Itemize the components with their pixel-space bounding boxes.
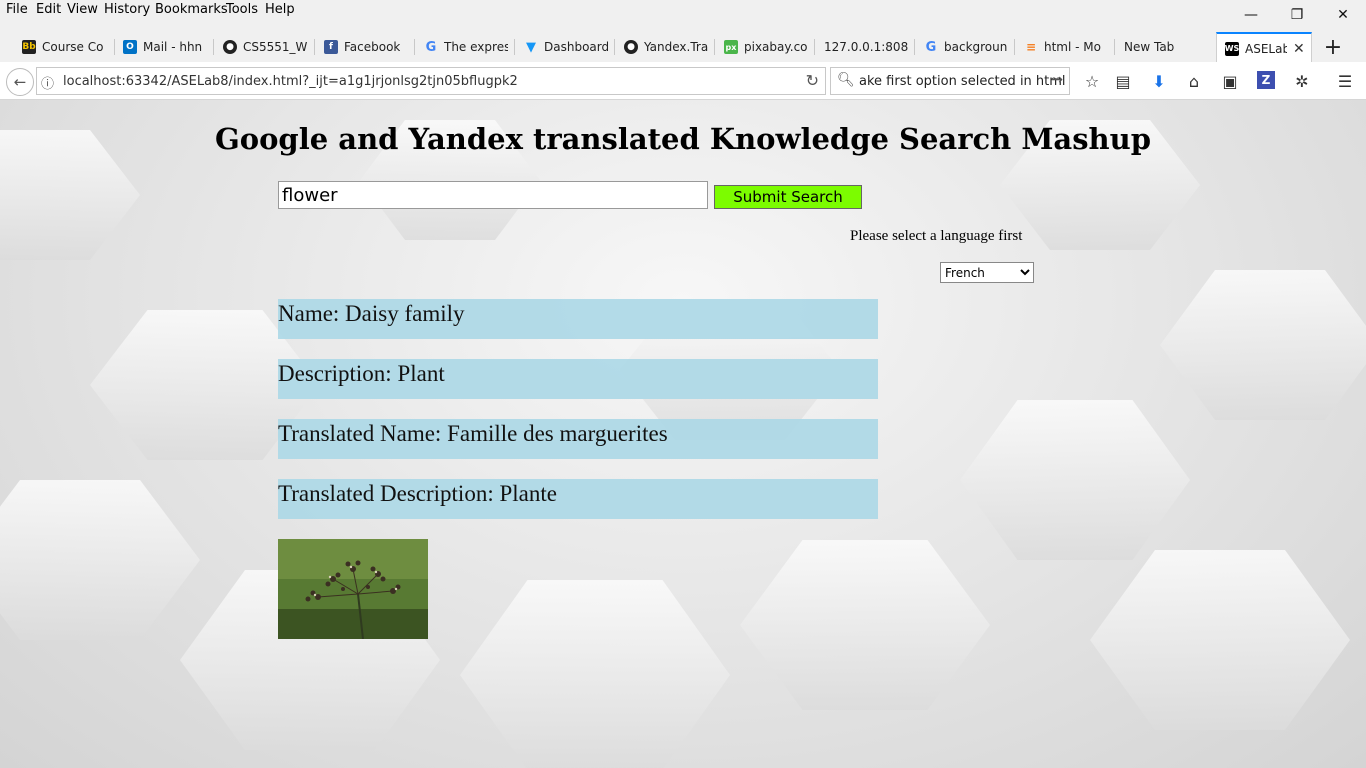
github-icon: ● (624, 40, 638, 54)
url-text: localhost:63342/ASELab8/index.html?_ijt=… (63, 74, 518, 89)
menu-tools[interactable]: Tools (226, 2, 258, 17)
result-name-text: Name: Daisy family (278, 301, 465, 326)
tab-label: 127.0.0.1:8081/ (824, 40, 908, 54)
tab-mail[interactable]: O Mail - hhn (123, 32, 207, 62)
tab-label: Course Co (42, 40, 104, 54)
tab-cs5551[interactable]: ● CS5551_W (223, 32, 307, 62)
extension-icon[interactable]: ✲ (1292, 71, 1312, 91)
tab-html-mo[interactable]: ≡ html - Mo (1024, 32, 1108, 62)
background-hexagon (960, 400, 1190, 560)
tab-label: The expres (444, 40, 508, 54)
background-hexagon (0, 480, 200, 640)
outlook-icon: O (123, 40, 137, 54)
menu-help[interactable]: Help (265, 2, 295, 17)
stackoverflow-icon: ≡ (1025, 40, 1037, 54)
background-hexagon (740, 540, 990, 710)
google-icon: G (425, 39, 437, 55)
facebook-icon: f (324, 40, 338, 54)
flower-photo (278, 539, 428, 639)
tab-label: Mail - hhn (143, 40, 203, 54)
tab-label: Dashboard (544, 40, 608, 54)
submit-search-button[interactable]: Submit Search (714, 185, 862, 209)
reading-list-icon[interactable]: ▤ (1113, 71, 1133, 91)
result-flower-image (278, 539, 428, 639)
home-icon[interactable]: ⌂ (1184, 71, 1204, 91)
menu-bar: File Edit View History Bookmarks Tools H… (0, 0, 1366, 22)
tab-background[interactable]: G backgroun (924, 32, 1008, 62)
tab-aselab-active[interactable]: WS ASELab ✕ (1216, 32, 1312, 63)
tab-localhost-8081[interactable]: 127.0.0.1:8081/ (824, 32, 908, 62)
search-go-icon[interactable]: → (1051, 72, 1063, 88)
tab-yandex[interactable]: ● Yandex.Tra (624, 32, 708, 62)
github-icon: ● (223, 40, 237, 54)
vuetify-icon: ▼ (526, 39, 536, 55)
search-input[interactable] (278, 181, 708, 209)
zotero-icon[interactable]: Z (1257, 71, 1275, 89)
tab-label: pixabay.co (744, 40, 808, 54)
tab-strip: Bb Course Co O Mail - hhn ● CS5551_W f F… (0, 32, 1366, 63)
browser-search-box[interactable]: 🔍︎ ake first option selected in html → (830, 67, 1070, 95)
site-info-icon[interactable]: ⓘ (41, 73, 54, 92)
page-content: Google and Yandex translated Knowledge S… (0, 100, 1366, 768)
background-hexagon (1090, 550, 1350, 730)
reload-icon[interactable]: ↻ (806, 71, 819, 90)
tab-label: backgroun (944, 40, 1008, 54)
page-title: Google and Yandex translated Knowledge S… (214, 122, 1151, 156)
new-tab-button[interactable]: + (1320, 32, 1346, 62)
menu-view[interactable]: View (67, 2, 98, 17)
navigation-bar: ← ⓘ localhost:63342/ASELab8/index.html?_… (0, 62, 1366, 100)
tab-course[interactable]: Bb Course Co (22, 32, 108, 62)
google-icon: G (925, 39, 937, 55)
search-icon: 🔍︎ (837, 72, 855, 88)
close-window-button[interactable]: ✕ (1320, 0, 1366, 30)
tab-label: CS5551_W (243, 40, 307, 54)
result-translated-name: Translated Name: Famille des marguerites (278, 419, 878, 459)
tab-express[interactable]: G The expres (424, 32, 508, 62)
menu-edit[interactable]: Edit (36, 2, 61, 17)
close-tab-icon[interactable]: ✕ (1293, 41, 1305, 57)
tab-label: New Tab (1124, 40, 1175, 54)
result-translated-description: Translated Description: Plante (278, 479, 878, 519)
tab-label: Facebook (344, 40, 401, 54)
result-translated-name-text: Translated Name: Famille des marguerites (278, 421, 668, 446)
browser-search-text: ake first option selected in html (859, 74, 1066, 89)
browser-chrome: File Edit View History Bookmarks Tools H… (0, 0, 1366, 100)
result-description-text: Description: Plant (278, 361, 445, 386)
pixabay-icon: px (724, 40, 738, 54)
menu-bookmarks[interactable]: Bookmarks (155, 2, 228, 17)
tab-label: Yandex.Tra (644, 40, 708, 54)
screenshot-icon[interactable]: ▣ (1220, 71, 1240, 91)
background-hexagon (1160, 270, 1366, 420)
tab-dashboard[interactable]: ▼ Dashboard (524, 32, 608, 62)
background-hexagon (460, 580, 730, 768)
back-button[interactable]: ← (6, 68, 34, 96)
menu-file[interactable]: File (6, 2, 28, 17)
blackboard-icon: Bb (22, 40, 36, 54)
tab-pixabay[interactable]: px pixabay.co (724, 32, 808, 62)
language-prompt: Please select a language first (850, 228, 1023, 244)
window-controls: — ❐ ✕ (1228, 0, 1366, 30)
tab-facebook[interactable]: f Facebook (324, 32, 408, 62)
result-description: Description: Plant (278, 359, 878, 399)
restore-button[interactable]: ❐ (1274, 0, 1320, 30)
tab-label: ASELab (1245, 41, 1287, 56)
hamburger-menu-icon[interactable]: ☰ (1335, 71, 1355, 91)
back-arrow-icon: ← (13, 73, 27, 91)
tab-new-tab[interactable]: New Tab (1124, 32, 1208, 62)
result-translated-description-text: Translated Description: Plante (278, 481, 557, 506)
tab-label: html - Mo (1044, 40, 1101, 54)
menu-history[interactable]: History (104, 2, 150, 17)
address-bar[interactable]: ⓘ localhost:63342/ASELab8/index.html?_ij… (36, 67, 826, 95)
downloads-icon[interactable]: ⬇ (1149, 71, 1169, 91)
minimize-button[interactable]: — (1228, 0, 1274, 30)
language-select[interactable]: French (940, 262, 1034, 283)
bookmark-star-icon[interactable]: ☆ (1082, 71, 1102, 91)
webstorm-icon: WS (1225, 41, 1239, 56)
result-name: Name: Daisy family (278, 299, 878, 339)
